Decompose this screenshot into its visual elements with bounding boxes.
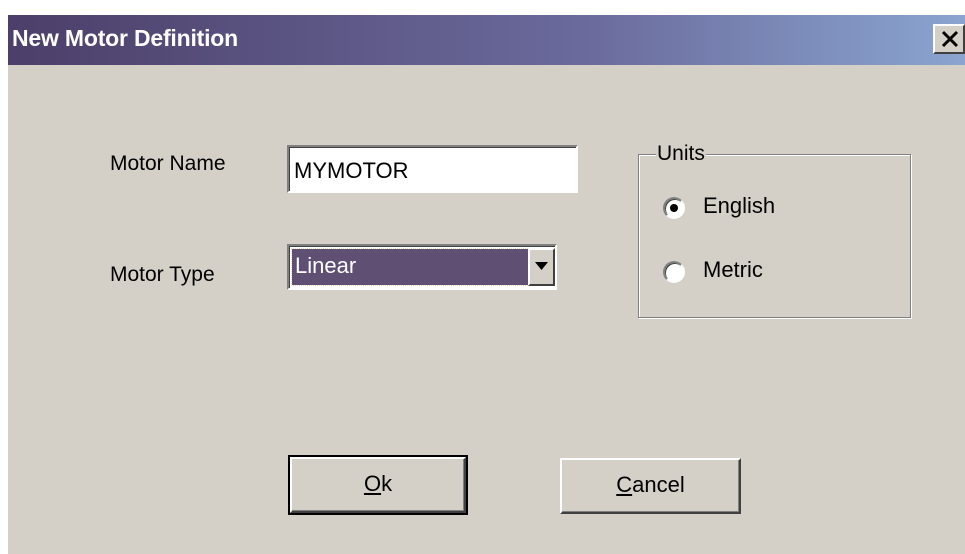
cancel-button[interactable]: Cancel xyxy=(560,458,741,514)
motor-type-value: Linear xyxy=(291,248,534,286)
motor-type-select[interactable]: Linear xyxy=(287,244,557,290)
new-motor-dialog: New Motor Definition Motor Name MYMOTOR … xyxy=(8,15,965,554)
radio-label-metric: Metric xyxy=(703,257,763,282)
cancel-button-label: Cancel xyxy=(616,472,685,497)
chevron-down-icon xyxy=(535,262,548,270)
motor-name-label: Motor Name xyxy=(110,152,226,175)
radio-button[interactable] xyxy=(663,197,685,219)
dialog-title: New Motor Definition xyxy=(12,25,238,51)
radio-selected-dot xyxy=(670,204,678,212)
motor-name-input[interactable]: MYMOTOR xyxy=(287,145,578,193)
units-group: Units English Metric xyxy=(638,142,911,318)
motor-type-label: Motor Type xyxy=(110,263,215,286)
ok-button[interactable]: Ok xyxy=(288,455,468,515)
motor-type-dropdown-button[interactable] xyxy=(528,248,555,286)
close-icon xyxy=(941,30,959,48)
title-bar[interactable]: New Motor Definition xyxy=(8,15,965,65)
close-button[interactable] xyxy=(933,24,965,54)
radio-label-english: English xyxy=(703,193,776,218)
radio-button[interactable] xyxy=(663,261,685,283)
ok-button-label: Ok xyxy=(363,471,393,496)
units-legend: Units xyxy=(656,142,706,166)
